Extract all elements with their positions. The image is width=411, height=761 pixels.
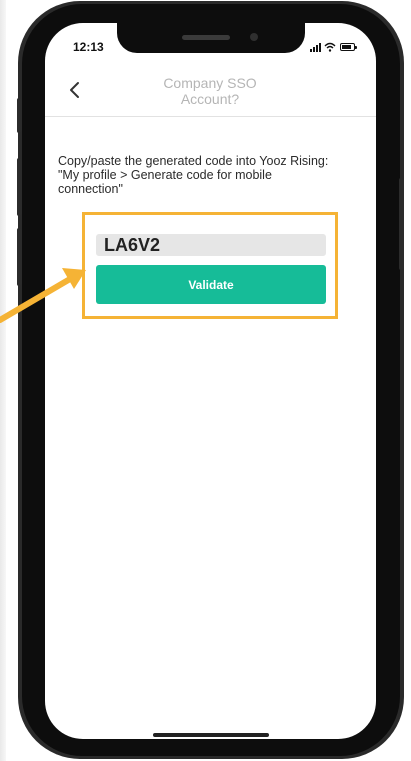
validate-button[interactable]: Validate bbox=[96, 265, 326, 304]
arrow-pointer-icon bbox=[0, 268, 86, 323]
wifi-icon bbox=[324, 42, 336, 52]
chevron-left-icon[interactable] bbox=[68, 80, 82, 100]
front-camera bbox=[250, 33, 258, 41]
instruction-line-2: "My profile > Generate code for mobile bbox=[58, 168, 272, 182]
instruction-line-3: connection" bbox=[58, 182, 123, 196]
battery-icon bbox=[340, 43, 357, 51]
instruction-text: Copy/paste the generated code into Yooz … bbox=[58, 154, 370, 196]
status-icons bbox=[310, 42, 362, 52]
background-page-edge bbox=[0, 0, 6, 761]
power-button bbox=[399, 178, 404, 270]
page-title-line2: Account? bbox=[180, 91, 240, 107]
phone-screen bbox=[45, 23, 376, 739]
volume-up-button bbox=[17, 158, 22, 216]
instruction-line-1: Copy/paste the generated code into Yooz … bbox=[58, 154, 329, 168]
status-time: 12:13 bbox=[73, 40, 104, 54]
code-input[interactable] bbox=[96, 234, 326, 256]
mute-switch bbox=[17, 98, 22, 133]
page-title-line1: Company SSO bbox=[163, 75, 257, 91]
speaker-grille bbox=[182, 35, 230, 40]
home-indicator[interactable] bbox=[153, 733, 269, 737]
page-title: Company SSO Account? bbox=[140, 75, 280, 107]
cellular-signal-icon bbox=[310, 43, 321, 52]
